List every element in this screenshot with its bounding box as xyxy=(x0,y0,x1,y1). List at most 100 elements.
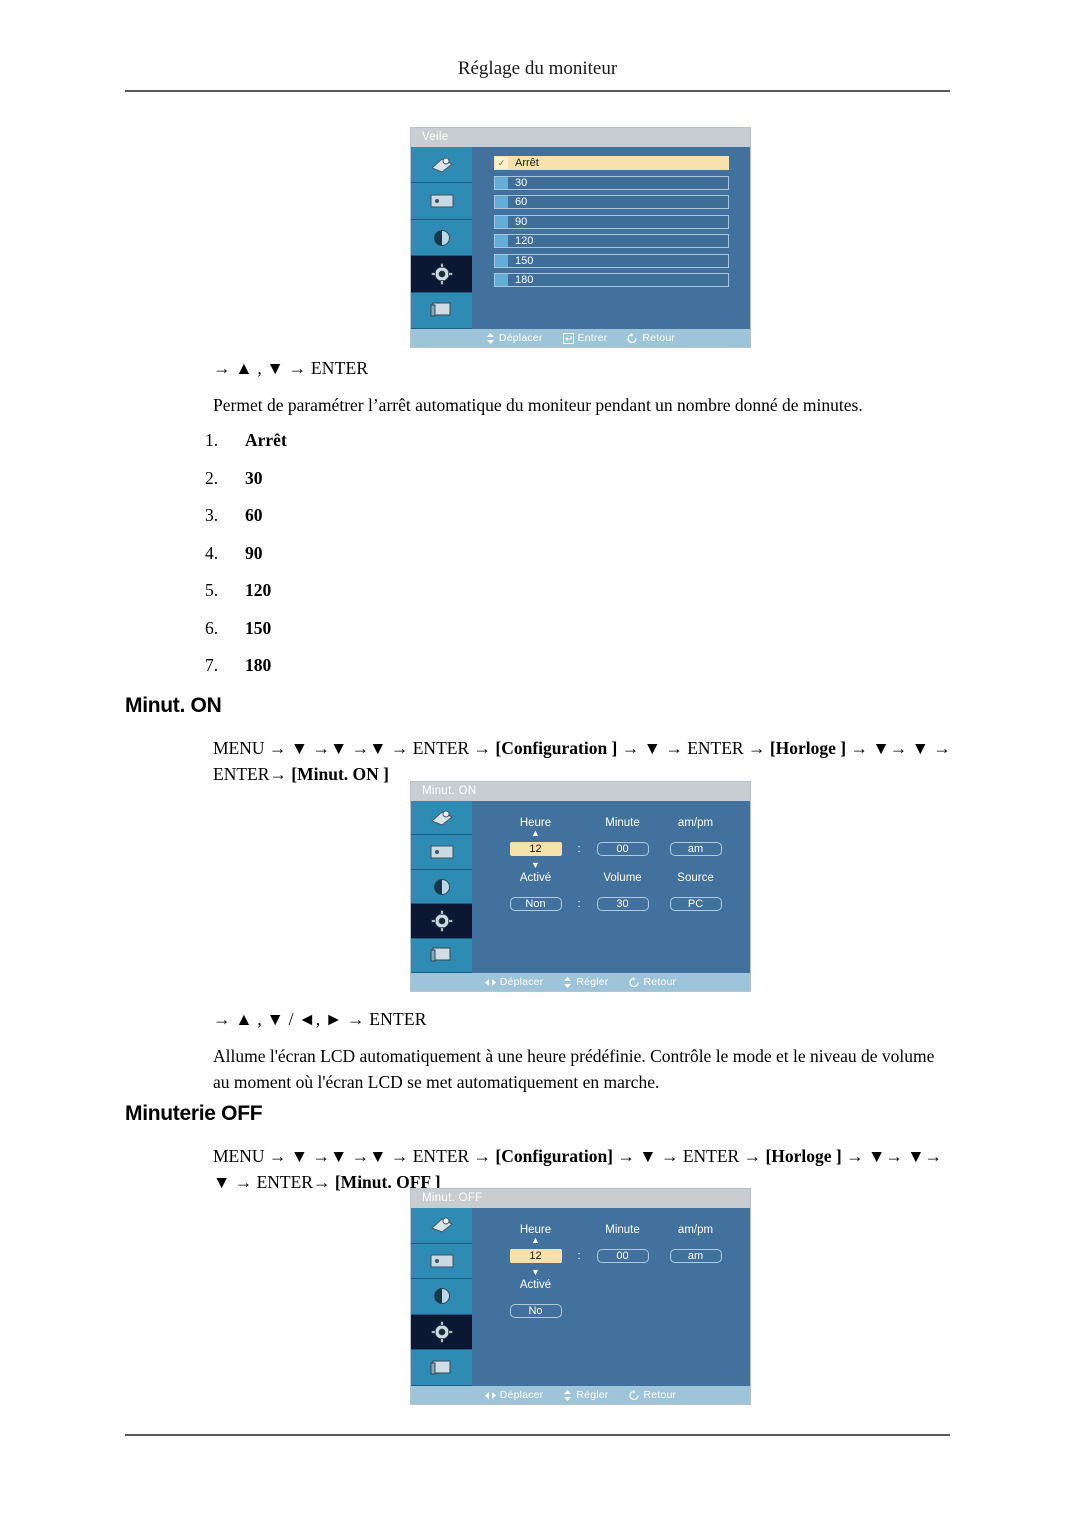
sidebar-item-color[interactable] xyxy=(411,869,472,905)
header-divider xyxy=(125,90,950,92)
path-part: → ▼→ ▼ → xyxy=(846,738,951,758)
veille-osd: Veile ✓ Arrêt 30 60 90 120 150 180 Dépla… xyxy=(411,128,750,347)
list-value: 120 xyxy=(245,580,272,600)
path-part: ENTER→ xyxy=(213,764,292,784)
display-icon xyxy=(429,945,455,965)
minute-label: Minute xyxy=(605,1224,640,1236)
picture-icon xyxy=(429,808,455,828)
sidebar-item-picture[interactable] xyxy=(411,147,472,184)
arrow-down-row: ▼ xyxy=(472,1268,750,1278)
osd-content: ✓ Arrêt 30 60 90 120 150 180 xyxy=(472,147,750,329)
minut-off-menu-path: MENU → ▼ →▼ →▼ → ENTER → [Configuration]… xyxy=(213,1143,961,1195)
timer-values-row: 12 : 00 am xyxy=(472,842,750,856)
list-value: Arrêt xyxy=(245,430,287,450)
timer-off-panel: Heure Minute am/pm ▲ 12 : 00 am ▼ Activé… xyxy=(472,1208,750,1402)
path-configuration: [Configuration] xyxy=(495,1146,614,1166)
minut-on-osd: Minut. ON Heure Minute am/pm ▲ 12: 00 a… xyxy=(411,782,750,991)
sidebar-item-display[interactable] xyxy=(411,1350,472,1386)
page-header: Réglage du moniteur xyxy=(457,58,618,79)
list-index: 2. xyxy=(205,467,219,488)
active-field[interactable]: No xyxy=(509,1304,562,1318)
option-row[interactable]: 180 xyxy=(494,273,729,287)
osd-title: Minut. OFF xyxy=(411,1189,750,1208)
option-row[interactable]: 150 xyxy=(494,253,729,268)
list-item: 6. 150 xyxy=(205,618,535,656)
path-part: MENU → ▼ →▼ →▼ → ENTER → xyxy=(213,1146,496,1166)
osd-title: Veile xyxy=(411,128,750,147)
veille-option-list: ✓ Arrêt 30 60 90 120 150 180 xyxy=(472,147,750,295)
hour-field[interactable]: 12 xyxy=(509,1249,562,1263)
timer-labels-row-2: Activé Volume Source xyxy=(472,872,750,884)
sidebar-item-color[interactable] xyxy=(411,219,472,257)
list-index: 5. xyxy=(205,580,219,600)
arrow-down-row: ▼ xyxy=(472,861,750,871)
screen-icon xyxy=(429,192,455,210)
sidebar-item-display[interactable] xyxy=(411,938,472,974)
footer-return: Retour xyxy=(627,329,675,347)
option-row[interactable]: 30 xyxy=(494,175,729,190)
path-part: → ▼ → ENTER → xyxy=(617,738,770,758)
option-row[interactable]: ✓ Arrêt xyxy=(494,156,729,170)
option-row[interactable]: 60 xyxy=(494,195,729,209)
path-configuration: [Configuration ] xyxy=(495,738,618,758)
sidebar-item-setup[interactable] xyxy=(411,256,472,293)
arrow-down-icon: ▼ xyxy=(531,860,540,870)
list-value: 90 xyxy=(245,542,263,563)
timer-on-panel: Heure Minute am/pm ▲ 12 : 00 am ▼ Activé… xyxy=(472,801,750,989)
list-item: 4. 90 xyxy=(205,543,535,581)
sidebar-item-picture[interactable] xyxy=(411,801,472,836)
ampm-label: am/pm xyxy=(677,1224,714,1236)
veille-key-sequence: → ▲ , ▼ → ENTER xyxy=(213,358,369,378)
option-row[interactable]: 120 xyxy=(494,234,729,248)
ampm-field[interactable]: am xyxy=(669,1249,722,1263)
footer-move-label: Déplacer xyxy=(498,332,543,344)
option-label: 120 xyxy=(515,235,534,247)
sidebar-item-color[interactable] xyxy=(411,1279,472,1315)
option-label: 60 xyxy=(515,196,528,208)
active-label: Activé xyxy=(519,1279,552,1291)
picture-icon xyxy=(429,1215,455,1235)
sidebar-item-picture[interactable] xyxy=(411,1208,472,1244)
active-field[interactable]: Non xyxy=(509,897,562,911)
volume-field[interactable]: 30 xyxy=(596,897,649,911)
color-icon xyxy=(432,1286,452,1306)
option-swatch xyxy=(495,274,508,286)
footer-enter: Entrer xyxy=(562,329,608,347)
list-value: 180 xyxy=(245,655,272,675)
sidebar-item-screen[interactable] xyxy=(411,1243,472,1280)
list-value: 60 xyxy=(245,505,263,525)
veille-description: Permet de paramétrer l’arrêt automatique… xyxy=(213,395,863,415)
sidebar-item-screen[interactable] xyxy=(411,835,472,870)
sidebar-item-screen[interactable] xyxy=(411,183,472,220)
minut-on-menu-path: MENU → ▼ →▼ →▼ → ENTER → [Configuration … xyxy=(213,735,958,787)
arrow-up-row: ▲ xyxy=(472,1236,750,1246)
sidebar-item-display[interactable] xyxy=(411,292,472,330)
path-part: → ▼ → ENTER → xyxy=(613,1146,766,1166)
osd-sidebar xyxy=(411,147,472,330)
osd-sidebar xyxy=(411,801,472,974)
timer-values-row-2: Non : 30 PC xyxy=(472,897,750,911)
path-part: → ENTER→ xyxy=(234,1172,335,1192)
timer-values-row-2: No xyxy=(472,1304,750,1318)
value-separator: : xyxy=(577,898,581,910)
path-horloge: [Horloge ] xyxy=(765,1146,842,1166)
timer-values-row: 12 : 00 am xyxy=(472,1249,750,1263)
list-item: 1. Arrêt xyxy=(205,430,535,468)
osd-title: Minut. ON xyxy=(411,782,750,801)
time-separator: : xyxy=(577,1250,581,1262)
return-circle-icon xyxy=(627,332,637,343)
color-icon xyxy=(432,228,452,248)
option-row[interactable]: 90 xyxy=(494,214,729,229)
source-field[interactable]: PC xyxy=(669,897,722,911)
hour-field[interactable]: 12 xyxy=(509,842,562,856)
ampm-field[interactable]: am xyxy=(669,842,722,856)
timer-labels-row: Heure Minute am/pm xyxy=(472,1224,750,1236)
sidebar-item-setup[interactable] xyxy=(411,904,472,939)
osd-sidebar xyxy=(411,1208,472,1386)
osd-footer: Déplacer Entrer Retour xyxy=(411,329,750,347)
sidebar-item-setup[interactable] xyxy=(411,1314,472,1351)
minut-on-heading: Minut. ON xyxy=(125,694,222,717)
minute-field[interactable]: 00 xyxy=(596,842,649,856)
minute-field[interactable]: 00 xyxy=(596,1249,649,1263)
option-swatch xyxy=(495,196,508,208)
